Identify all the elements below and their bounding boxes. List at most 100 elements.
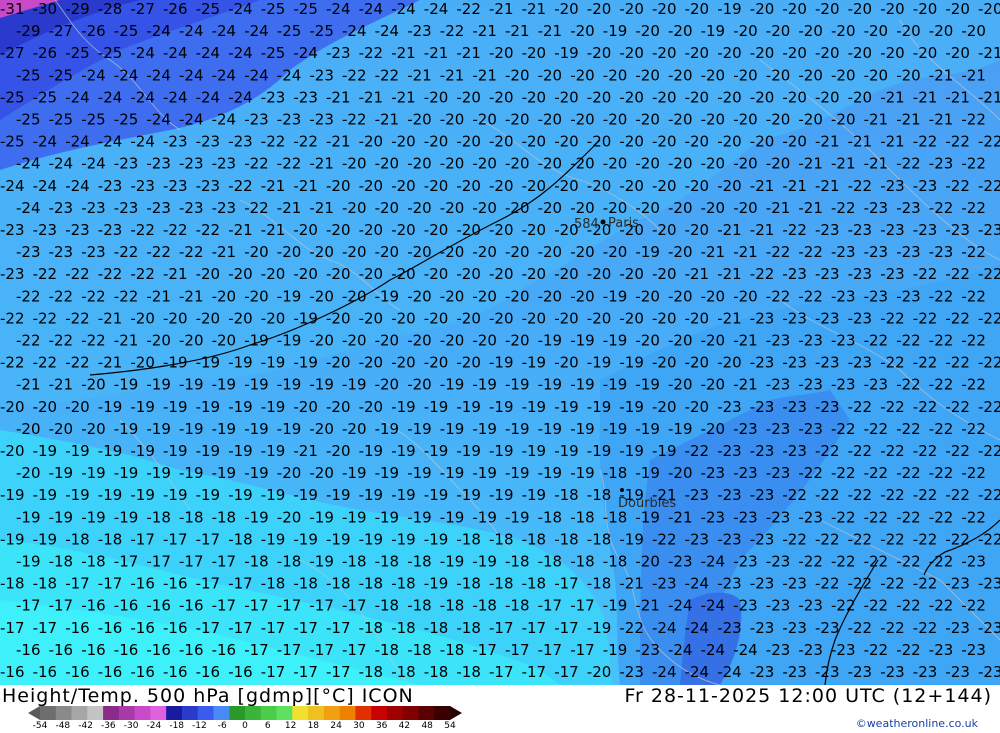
temp-label: -20 (619, 0, 644, 18)
temp-label: -21 (456, 44, 481, 62)
color-scale-left-arrow (28, 706, 40, 720)
temp-label: -20 (750, 44, 775, 62)
temp-label: -16 (65, 619, 90, 637)
temp-label: -20 (587, 0, 612, 18)
temp-label: -23 (733, 553, 758, 571)
color-scale-cell (150, 706, 167, 720)
temp-label: -20 (635, 199, 660, 217)
temp-label: -21 (815, 177, 840, 195)
color-scale-tick-label: 12 (284, 721, 297, 731)
temp-label: -18 (522, 530, 547, 548)
temp-label: -19 (603, 597, 628, 615)
temp-label: -21 (733, 243, 758, 261)
credit-link[interactable]: ©weatheronline.co.uk (856, 717, 978, 730)
temp-label: -17 (163, 530, 188, 548)
temp-label: -19 (228, 486, 253, 504)
temp-label: -16 (0, 663, 25, 681)
temp-label: -23 (163, 177, 188, 195)
color-scale-cell (40, 706, 57, 720)
temp-label: -25 (261, 0, 286, 18)
color-scale-cell (103, 706, 120, 720)
temp-label: -26 (163, 0, 188, 18)
temp-label: -24 (16, 199, 41, 217)
temp-label: -22 (961, 332, 986, 350)
temp-label: -17 (554, 663, 579, 681)
temp-label: -22 (798, 243, 823, 261)
temp-label: -17 (570, 597, 595, 615)
temp-label: -21 (375, 111, 400, 129)
temp-label: -18 (587, 575, 612, 593)
temp-label: -23 (848, 663, 873, 681)
color-scale-cell (402, 706, 419, 720)
temp-label: -22 (16, 332, 41, 350)
temp-label: -20 (424, 309, 449, 327)
temp-label: -21 (750, 177, 775, 195)
temp-label: -23 (407, 22, 432, 40)
temp-label: -21 (701, 243, 726, 261)
temp-label: -23 (750, 309, 775, 327)
temp-label: -19 (130, 398, 155, 416)
temp-label: -24 (33, 133, 58, 151)
temp-label: -23 (766, 553, 791, 571)
temp-label: -20 (424, 133, 449, 151)
temp-label: -23 (978, 619, 1000, 637)
temp-label: -21 (293, 177, 318, 195)
temp-label: -21 (978, 88, 1000, 106)
temp-label: -17 (130, 530, 155, 548)
temp-label: -23 (782, 309, 807, 327)
temp-label: -17 (489, 663, 514, 681)
temp-label: -23 (782, 265, 807, 283)
temp-label: -16 (179, 641, 204, 659)
temp-label: -22 (913, 442, 938, 460)
temp-label: -21 (733, 332, 758, 350)
temp-label: -19 (196, 486, 221, 504)
temp-label: -19 (522, 354, 547, 372)
temp-label: -22 (913, 309, 938, 327)
temp-label: -18 (0, 575, 25, 593)
temp-label: -20 (619, 88, 644, 106)
temp-label: -20 (733, 111, 758, 129)
dourbies-marker (620, 488, 624, 492)
temp-label: -20 (554, 0, 579, 18)
temp-label: -25 (309, 22, 334, 40)
temp-label: -20 (407, 376, 432, 394)
color-scale-cell (276, 706, 293, 720)
temp-label: -19 (505, 464, 530, 482)
temp-label: -20 (554, 309, 579, 327)
temp-label: -22 (782, 221, 807, 239)
temp-label: -19 (130, 486, 155, 504)
temp-label: -21 (717, 265, 742, 283)
temp-label: -19 (277, 420, 302, 438)
temp-label: -23 (635, 641, 660, 659)
temp-label: -21 (489, 0, 514, 18)
temp-label: -23 (978, 221, 1000, 239)
temp-label: -20 (424, 354, 449, 372)
temp-label: -22 (929, 376, 954, 394)
temp-label: -21 (717, 221, 742, 239)
temp-label: -22 (81, 287, 106, 305)
temp-label: -22 (896, 332, 921, 350)
temp-label: -16 (130, 663, 155, 681)
temp-label: -19 (49, 508, 74, 526)
temp-label: -26 (81, 22, 106, 40)
temp-label: -19 (391, 442, 416, 460)
temp-label: -23 (913, 663, 938, 681)
temp-label: -20 (489, 177, 514, 195)
temp-label: -16 (163, 575, 188, 593)
temp-label: -24 (114, 66, 139, 84)
temp-label: -22 (945, 265, 970, 283)
temp-label: -22 (945, 486, 970, 504)
temp-label: -21 (831, 155, 856, 173)
temp-label: -20 (146, 332, 171, 350)
temp-label: -20 (635, 22, 660, 40)
temp-label: -19 (619, 442, 644, 460)
temp-label: -18 (570, 508, 595, 526)
temp-label: -18 (440, 597, 465, 615)
temp-label: -19 (407, 420, 432, 438)
temp-label: -20 (766, 155, 791, 173)
temp-label: -18 (407, 553, 432, 571)
temp-label: -25 (98, 44, 123, 62)
temp-label: -18 (98, 530, 123, 548)
temp-label: -23 (130, 177, 155, 195)
color-scale-cell (308, 706, 325, 720)
